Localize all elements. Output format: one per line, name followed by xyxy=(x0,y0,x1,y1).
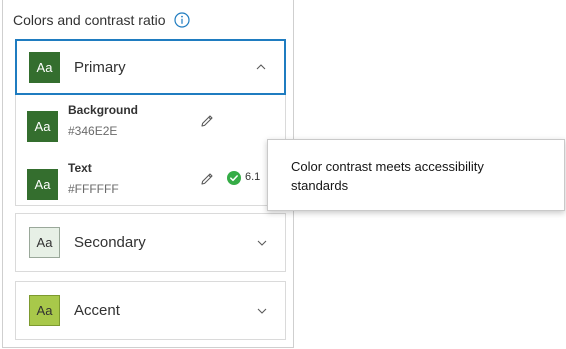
color-hex-background: #346E2E xyxy=(68,124,118,138)
colors-panel: Colors and contrast ratio Aa Primary Aa … xyxy=(2,0,294,348)
section-accent-label: Accent xyxy=(74,302,120,319)
color-row-text: Aa Text #FFFFFF 6.1 xyxy=(27,161,277,201)
background-swatch: Aa xyxy=(27,111,58,142)
section-secondary-header[interactable]: Aa Secondary xyxy=(16,214,285,271)
section-secondary[interactable]: Aa Secondary xyxy=(15,213,286,272)
color-name-text: Text xyxy=(68,161,92,175)
section-accent-header[interactable]: Aa Accent xyxy=(16,282,285,339)
contrast-tooltip: Color contrast meets accessibility stand… xyxy=(267,139,565,211)
section-primary-label: Primary xyxy=(74,58,126,76)
check-circle-icon[interactable] xyxy=(227,171,241,185)
chevron-up-icon xyxy=(256,64,266,70)
contrast-ratio-value: 6.1 xyxy=(245,171,261,183)
info-icon[interactable] xyxy=(173,12,190,28)
pencil-icon[interactable] xyxy=(199,171,215,187)
primary-swatch: Aa xyxy=(29,51,60,83)
accent-swatch: Aa xyxy=(29,295,60,326)
primary-details: Aa Background #346E2E Aa Text #FFFFFF 6.… xyxy=(15,95,286,206)
chevron-down-icon xyxy=(257,308,267,314)
color-hex-text: #FFFFFF xyxy=(68,182,119,196)
secondary-swatch: Aa xyxy=(29,227,60,258)
text-swatch: Aa xyxy=(27,169,58,200)
section-primary[interactable]: Aa Primary xyxy=(15,39,286,95)
panel-header: Colors and contrast ratio xyxy=(13,10,190,30)
chevron-down-icon xyxy=(257,240,267,246)
section-accent[interactable]: Aa Accent xyxy=(15,281,286,340)
color-name-background: Background xyxy=(68,103,139,117)
panel-title: Colors and contrast ratio xyxy=(13,12,166,28)
color-row-background: Aa Background #346E2E xyxy=(27,103,277,143)
pencil-icon[interactable] xyxy=(199,113,215,129)
section-primary-header[interactable]: Aa Primary xyxy=(17,41,284,93)
section-secondary-label: Secondary xyxy=(74,234,146,251)
